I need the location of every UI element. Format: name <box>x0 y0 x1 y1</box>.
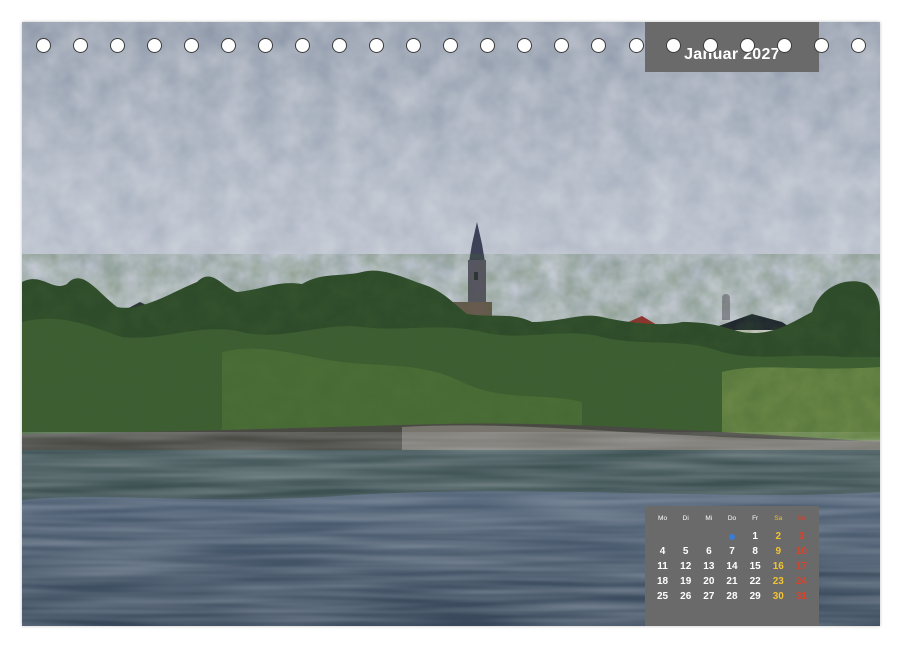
calendar-day: 20 <box>703 576 715 587</box>
binding-ring-icon <box>110 38 126 53</box>
calendar-day: 9 <box>775 546 782 557</box>
calendar-day: 1 <box>752 531 758 542</box>
binding-ring-icon <box>628 38 644 53</box>
calendar-day: 2 <box>775 531 782 542</box>
binding-ring-icon <box>258 38 274 53</box>
binding-ring-icon <box>665 38 681 53</box>
calendar-day: 28 <box>726 591 738 602</box>
binding-ring-icon <box>147 38 163 53</box>
calendar-day: 27 <box>703 591 715 602</box>
binding-ring-icon <box>73 38 89 53</box>
binding-ring-icon <box>406 38 422 53</box>
calendar-day: 4 <box>659 546 666 557</box>
binding-ring-icon <box>591 38 607 53</box>
binding-ring-icon <box>369 38 385 53</box>
weekday-header: Mi <box>705 515 713 522</box>
calendar-empty-cell <box>651 529 674 544</box>
calendar-day: 23 <box>772 576 784 587</box>
binding-ring-icon <box>739 38 755 53</box>
binding-ring-icon <box>554 38 570 53</box>
calendar-day: 31 <box>795 591 807 602</box>
calendar-day: 29 <box>749 591 761 602</box>
binding-rings <box>22 38 880 58</box>
calendar-day: 7 <box>729 546 735 557</box>
binding-ring-icon <box>184 38 200 53</box>
weekday-header: So <box>797 515 806 522</box>
weekday-header: Sa <box>774 515 783 522</box>
binding-ring-icon <box>443 38 459 53</box>
binding-ring-icon <box>850 38 866 53</box>
weekday-header: Mo <box>658 515 668 522</box>
calendar-day: 13 <box>703 561 715 572</box>
holiday-dot-icon <box>720 529 743 544</box>
calendar-empty-cell <box>674 529 697 544</box>
calendar-day: 26 <box>680 591 692 602</box>
weekday-header: Do <box>727 515 737 522</box>
calendar-day: 19 <box>680 576 692 587</box>
binding-ring-icon <box>36 38 51 53</box>
calendar-empty-cell <box>697 529 720 544</box>
calendar-grid: Mo Di Mi Do Fr Sa So 1 2 3 4 5 6 7 8 9 10 11 12 13 14 15 16 17 1… <box>651 514 813 604</box>
binding-ring-icon <box>295 38 311 53</box>
binding-ring-icon <box>702 38 718 53</box>
calendar-day: 30 <box>772 591 784 602</box>
calendar-day: 22 <box>749 576 761 587</box>
calendar-day: 11 <box>657 561 668 572</box>
binding-ring-icon <box>332 38 348 53</box>
calendar-day: 14 <box>726 561 738 572</box>
calendar-day: 15 <box>749 561 761 572</box>
calendar-page: Januar 2027 Mo Di Mi Do Fr Sa So 1 2 3 4 5 6 7 8 9 10 11 1… <box>22 22 880 626</box>
calendar-day: 25 <box>657 591 669 602</box>
binding-ring-icon <box>480 38 496 53</box>
holiday-dot <box>728 533 735 540</box>
calendar-day: 24 <box>795 576 807 587</box>
binding-ring-icon <box>517 38 533 53</box>
binding-ring-icon <box>221 38 237 53</box>
calendar-day: 3 <box>798 531 805 542</box>
mini-calendar: Mo Di Mi Do Fr Sa So 1 2 3 4 5 6 7 8 9 10 11 12 13 14 15 16 17 1… <box>645 506 819 626</box>
weekday-header: Fr <box>752 515 759 522</box>
calendar-day: 17 <box>795 561 807 572</box>
calendar-day: 21 <box>726 576 738 587</box>
calendar-day: 18 <box>657 576 669 587</box>
binding-ring-icon <box>776 38 792 53</box>
calendar-day: 12 <box>680 561 692 572</box>
calendar-day: 5 <box>682 546 689 557</box>
calendar-day: 16 <box>772 561 784 572</box>
calendar-day: 8 <box>752 546 758 557</box>
calendar-day: 6 <box>706 546 712 557</box>
binding-ring-icon <box>813 38 829 53</box>
calendar-day: 10 <box>795 546 807 557</box>
weekday-header: Di <box>682 515 689 522</box>
